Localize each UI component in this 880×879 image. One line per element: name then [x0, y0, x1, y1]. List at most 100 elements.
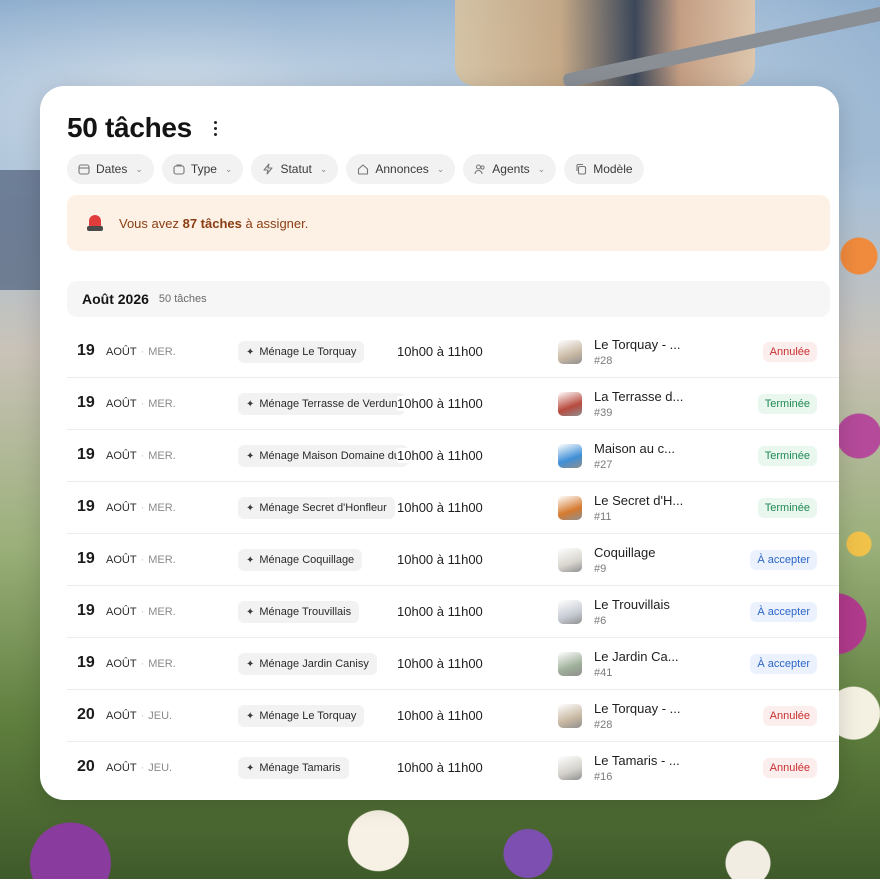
task-date-detail: AOÛT · JEU.	[106, 710, 172, 722]
task-name-chip[interactable]: ✦ Ménage Terrasse de Verdun	[238, 393, 406, 415]
task-name: Ménage Terrasse de Verdun	[259, 398, 398, 410]
task-row[interactable]: 19 AOÛT · MER. ✦ Ménage Terrasse de Verdun …	[67, 378, 839, 430]
task-date-detail: AOÛT · MER.	[106, 450, 176, 462]
task-name: Ménage Tamaris	[259, 762, 341, 774]
filter-label: Annonces	[375, 162, 429, 176]
filter-label: Statut	[280, 162, 312, 176]
background-building	[0, 170, 40, 290]
task-name-chip[interactable]: ✦ Ménage Maison Domaine du	[238, 445, 409, 467]
task-name: Ménage Jardin Canisy	[259, 658, 369, 670]
task-name-chip[interactable]: ✦ Ménage Jardin Canisy	[238, 653, 377, 675]
property-name: Le Secret d'H...	[594, 493, 684, 508]
task-month: AOÛT	[106, 502, 137, 514]
property-ref: #16	[594, 771, 613, 783]
kebab-icon[interactable]	[206, 116, 226, 140]
task-row[interactable]: 19 AOÛT · MER. ✦ Ménage Secret d'Honfleur 1…	[67, 482, 839, 534]
property-ref: #9	[594, 563, 607, 575]
task-row[interactable]: 19 AOÛT · MER. ✦ Ménage Maison Domaine du 1…	[67, 430, 839, 482]
property-thumbnail	[558, 340, 582, 364]
property-ref: #41	[594, 667, 613, 679]
task-name-chip[interactable]: ✦ Ménage Le Torquay	[238, 705, 365, 727]
task-date-detail: AOÛT · MER.	[106, 658, 176, 670]
bolt-icon	[262, 163, 274, 175]
property-thumbnail	[558, 652, 582, 676]
task-month: AOÛT	[106, 554, 137, 566]
month-count: 50 tâches	[158, 293, 207, 305]
status-badge: Terminée	[757, 498, 817, 518]
task-row[interactable]: 19 AOÛT · MER. ✦ Ménage Coquillage 10h00 à …	[67, 534, 839, 586]
task-name-chip[interactable]: ✦ Ménage Trouvillais	[238, 601, 360, 623]
task-time: 10h00 à 11h00	[397, 760, 487, 775]
sparkle-icon: ✦	[246, 606, 255, 618]
filter-label: Modèle	[593, 162, 633, 176]
task-weekday: JEU.	[148, 762, 173, 774]
task-time: 10h00 à 11h00	[397, 396, 487, 411]
property-name: Maison au c...	[594, 441, 675, 456]
task-row[interactable]: 20 AOÛT · JEU. ✦ Ménage Le Torquay 10h00 à …	[67, 690, 839, 742]
separator-dot: ·	[140, 398, 145, 410]
task-row[interactable]: 19 AOÛT · MER. ✦ Ménage Jardin Canisy 10h00…	[67, 638, 839, 690]
title-row: 50 tâches	[67, 112, 226, 144]
sparkle-icon: ✦	[246, 398, 255, 410]
chevron-down-icon: ⌄	[436, 163, 445, 174]
task-name-chip[interactable]: ✦ Ménage Coquillage	[238, 549, 363, 571]
task-name-chip[interactable]: ✦ Ménage Le Torquay	[238, 341, 365, 363]
task-weekday: MER.	[148, 554, 176, 566]
property-name: Coquillage	[594, 545, 656, 560]
task-name: Ménage Le Torquay	[259, 710, 357, 722]
task-day: 19	[77, 550, 95, 567]
task-weekday: MER.	[148, 606, 176, 618]
status-badge: Terminée	[757, 394, 817, 414]
task-name: Ménage Maison Domaine du	[259, 450, 401, 462]
task-time: 10h00 à 11h00	[397, 344, 487, 359]
page-title: 50 tâches	[67, 112, 192, 143]
sparkle-icon: ✦	[246, 346, 255, 358]
task-name: Ménage Secret d'Honfleur	[259, 502, 387, 514]
property-name: La Terrasse d...	[594, 389, 684, 404]
filter-statut[interactable]: Statut ⌄	[251, 154, 339, 184]
task-row[interactable]: 19 AOÛT · MER. ✦ Ménage Trouvillais 10h00 à…	[67, 586, 839, 638]
task-name-chip[interactable]: ✦ Ménage Tamaris	[238, 757, 349, 779]
assign-alert[interactable]: Vous avez 87 tâches à assigner.	[67, 195, 830, 251]
filter-dates[interactable]: Dates ⌄	[67, 154, 154, 184]
task-date-detail: AOÛT · MER.	[106, 554, 176, 566]
task-month: AOÛT	[106, 606, 137, 618]
separator-dot: ·	[140, 710, 145, 722]
filter-label: Agents	[492, 162, 530, 176]
task-name-chip[interactable]: ✦ Ménage Secret d'Honfleur	[238, 497, 395, 519]
task-weekday: MER.	[148, 346, 176, 358]
separator-dot: ·	[140, 554, 145, 566]
filter-agents[interactable]: Agents ⌄	[463, 154, 557, 184]
task-row[interactable]: 20 AOÛT · JEU. ✦ Ménage Tamaris 10h00 à 11h…	[67, 742, 839, 794]
task-name: Ménage Le Torquay	[259, 346, 357, 358]
filter-annonces[interactable]: Annonces ⌄	[346, 154, 456, 184]
chevron-down-icon: ⌄	[224, 163, 233, 174]
month-header: Août 2026 50 tâches	[67, 281, 830, 317]
tasks-card: 50 tâches Dates ⌄ Type ⌄ Statut ⌄ Annonc…	[40, 86, 839, 800]
sparkle-icon: ✦	[246, 762, 255, 774]
status-badge: À accepter	[750, 550, 817, 570]
calendar-icon	[78, 163, 90, 175]
task-time: 10h00 à 11h00	[397, 448, 487, 463]
filter-type[interactable]: Type ⌄	[161, 154, 244, 184]
filter-modele[interactable]: Modèle	[564, 154, 644, 184]
sparkle-icon: ✦	[246, 710, 255, 722]
task-date-detail: AOÛT · MER.	[106, 398, 176, 410]
property-ref: #27	[594, 459, 613, 471]
home-icon	[357, 163, 369, 175]
task-date-detail: AOÛT · MER.	[106, 502, 176, 514]
task-month: AOÛT	[106, 346, 137, 358]
sparkle-icon: ✦	[246, 658, 255, 670]
task-month: AOÛT	[106, 658, 137, 670]
sparkle-icon: ✦	[246, 554, 255, 566]
task-row[interactable]: 19 AOÛT · MER. ✦ Ménage Le Torquay 10h00 à …	[67, 326, 839, 378]
property-ref: #28	[594, 355, 613, 367]
task-time: 10h00 à 11h00	[397, 656, 487, 671]
background-flowers-right	[838, 220, 880, 580]
status-badge: Terminée	[757, 446, 817, 466]
siren-icon	[87, 214, 103, 232]
task-day: 19	[77, 602, 95, 619]
property-thumbnail	[558, 548, 582, 572]
property-name: Le Torquay - ...	[594, 337, 681, 352]
status-badge: À accepter	[750, 654, 817, 674]
